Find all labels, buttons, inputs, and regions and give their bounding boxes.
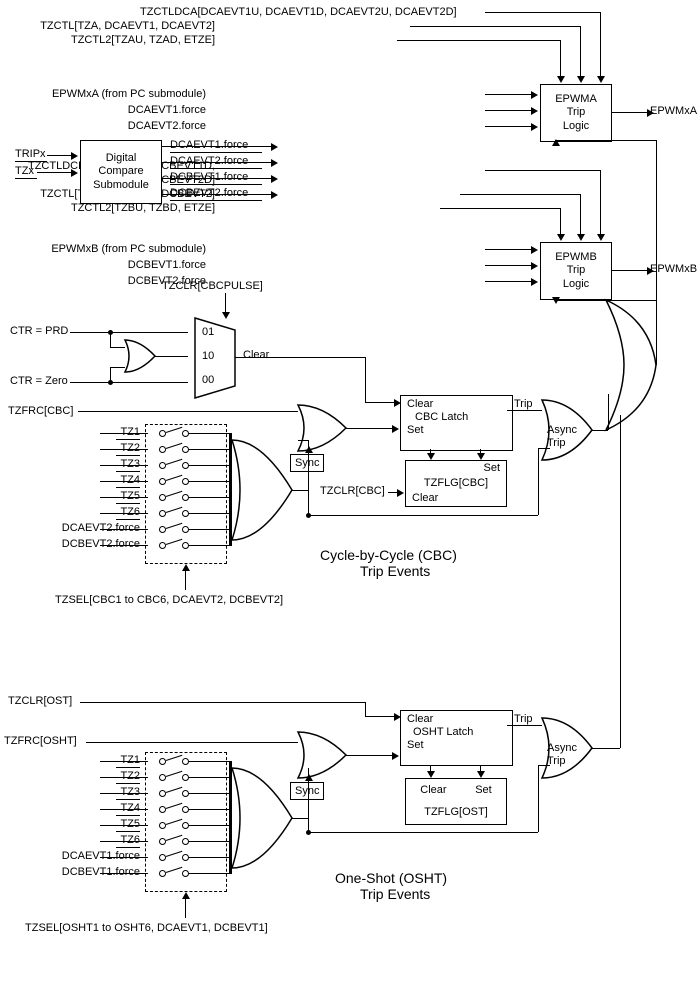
- cbc-latch-clear: Clear: [407, 398, 433, 411]
- mux-clear-lbl: Clear: [243, 349, 269, 361]
- osht-async-lbl: Async: [547, 742, 577, 754]
- cbc-dca2f-lbl: DCAEVT2.force: [62, 522, 140, 534]
- tzfrc-cbc-lbl: TZFRC[CBC]: [8, 405, 73, 417]
- cbc-big-or-gate: [232, 440, 304, 590]
- epwmb-l3: Logic: [563, 278, 589, 291]
- epwmb-trip-logic-box: EPWMB Trip Logic: [540, 242, 612, 300]
- dc-l3: Submodule: [93, 179, 149, 192]
- cbc-section2-lbl: Trip Events: [360, 563, 430, 579]
- cbc-trip-lbl: Trip: [514, 398, 533, 410]
- osht-flg-name: TZFLG[OST]: [424, 806, 488, 819]
- osht-big-or-gate: [232, 768, 304, 918]
- cbc-latch-name: CBC Latch: [407, 411, 468, 424]
- mux10: 10: [202, 350, 214, 362]
- dc-l1: Digital: [106, 152, 137, 165]
- osht-section2-lbl: Trip Events: [360, 886, 430, 902]
- cbc-tz3-lbl: TZ3: [120, 458, 140, 470]
- tzx-lbl: TZx: [15, 165, 34, 177]
- dc-out4-lbl: DCBEVT2.force: [170, 187, 248, 199]
- osht-latch-name: OSHT Latch: [407, 726, 473, 739]
- epwmxa-out-line: [612, 112, 648, 113]
- mux01: 01: [202, 326, 214, 338]
- dc-out1-lbl: DCAEVT1.force: [170, 139, 248, 151]
- dc-out2-lbl: DCAEVT2.force: [170, 155, 248, 167]
- cbc-tzsel-lbl: TZSEL[CBC1 to CBC6, DCAEVT2, DCBEVT2]: [55, 594, 283, 606]
- epwma-l3: Logic: [563, 120, 589, 133]
- tzctl-a-lbl: TZCTL[TZA, DCAEVT1, DCAEVT2]: [40, 20, 215, 32]
- cbc-tzflg-box: Set TZFLG[CBC] Clear: [405, 460, 507, 507]
- osht-dca1f-lbl: DCAEVT1.force: [62, 850, 140, 862]
- osht-tzflg-box: Clear Set TZFLG[OST]: [405, 778, 507, 825]
- tzclr-ost-lbl: TZCLR[OST]: [8, 695, 72, 707]
- dcaevt2f-lbl: DCAEVT2.force: [128, 120, 206, 132]
- ctr-zero-lbl: CTR = Zero: [10, 375, 68, 387]
- dcaevt1f-lbl: DCAEVT1.force: [128, 104, 206, 116]
- dc-out3-lbl: DCBEVT1.force: [170, 171, 248, 183]
- osht-tz4-lbl: TZ4: [120, 802, 140, 814]
- epwma-trip-logic-box: EPWMA Trip Logic: [540, 84, 612, 142]
- cbc-section-lbl: Cycle-by-Cycle (CBC): [320, 547, 457, 563]
- epwmxa-out-lbl: EPWMxA: [650, 105, 697, 117]
- epwma-l1: EPWMA: [555, 93, 597, 106]
- epwmxb-out-lbl: EPWMxB: [650, 263, 697, 275]
- cbc-tz4-lbl: TZ4: [120, 474, 140, 486]
- osht-latch-clear: Clear: [407, 713, 433, 726]
- osht-tz1-lbl: TZ1: [120, 754, 140, 766]
- osht-flg-clear: Clear: [420, 784, 446, 797]
- cbc-dcb2f-lbl: DCBEVT2.force: [62, 538, 140, 550]
- tzclr-cbc-lbl: TZCLR[CBC]: [320, 485, 385, 497]
- osht-tz5-lbl: TZ5: [120, 818, 140, 830]
- osht-section-lbl: One-Shot (OSHT): [335, 870, 447, 886]
- osht-latch-set: Set: [407, 739, 424, 752]
- ctr-prd-lbl: CTR = PRD: [10, 325, 68, 337]
- tzclr-cbcpulse-lbl: TZCLR[CBCPULSE]: [162, 280, 263, 292]
- tripx-lbl: TRIPx: [15, 148, 46, 160]
- mux00: 00: [202, 374, 214, 386]
- tzfrc-osht-lbl: TZFRC[OSHT]: [4, 735, 77, 747]
- cbc-flg-name: TZFLG[CBC]: [424, 477, 488, 490]
- osht-tzsel-lbl: TZSEL[OSHT1 to OSHT6, DCAEVT1, DCBEVT1]: [25, 922, 268, 934]
- epwmxb-in-lbl: EPWMxB (from PC submodule): [51, 243, 206, 255]
- osht-tz2-lbl: TZ2: [120, 770, 140, 782]
- osht-dcb1f-lbl: DCBEVT1.force: [62, 866, 140, 878]
- master-or-gate: [596, 300, 660, 430]
- digital-compare-box: Digital Compare Submodule: [80, 140, 162, 204]
- osht-tz3-lbl: TZ3: [120, 786, 140, 798]
- cbc-tz5-lbl: TZ5: [120, 490, 140, 502]
- osht-latch-box: Clear OSHT Latch Set: [400, 710, 513, 766]
- epwmxb-out-line: [612, 270, 648, 271]
- cbc-tz1-lbl: TZ1: [120, 426, 140, 438]
- cbc-latch-box: Clear CBC Latch Set: [400, 395, 513, 451]
- tzctldca-lbl: TZCTLDCA[DCAEVT1U, DCAEVT1D, DCAEVT2U, D…: [140, 6, 457, 18]
- osht-trip-lbl: Trip: [514, 713, 533, 725]
- cbc-tz2-lbl: TZ2: [120, 442, 140, 454]
- osht-tz6-lbl: TZ6: [120, 834, 140, 846]
- cbc-flg-clear: Clear: [406, 492, 438, 505]
- dcbevt1f-lbl: DCBEVT1.force: [128, 259, 206, 271]
- tzctl2-a-lbl: TZCTL2[TZAU, TZAD, ETZE]: [71, 34, 215, 46]
- epwmxa-in-lbl: EPWMxA (from PC submodule): [52, 88, 206, 100]
- dc-l2: Compare: [98, 165, 143, 178]
- cbc-tz6-lbl: TZ6: [120, 506, 140, 518]
- epwmb-l2: Trip: [567, 264, 586, 277]
- osht-flg-set: Set: [475, 784, 492, 797]
- cbc-async-lbl: Async: [547, 424, 577, 436]
- epwma-l2: Trip: [567, 106, 586, 119]
- epwmb-l1: EPWMB: [555, 251, 597, 264]
- cbc-flg-set: Set: [483, 462, 506, 475]
- cbc-latch-set: Set: [407, 424, 424, 437]
